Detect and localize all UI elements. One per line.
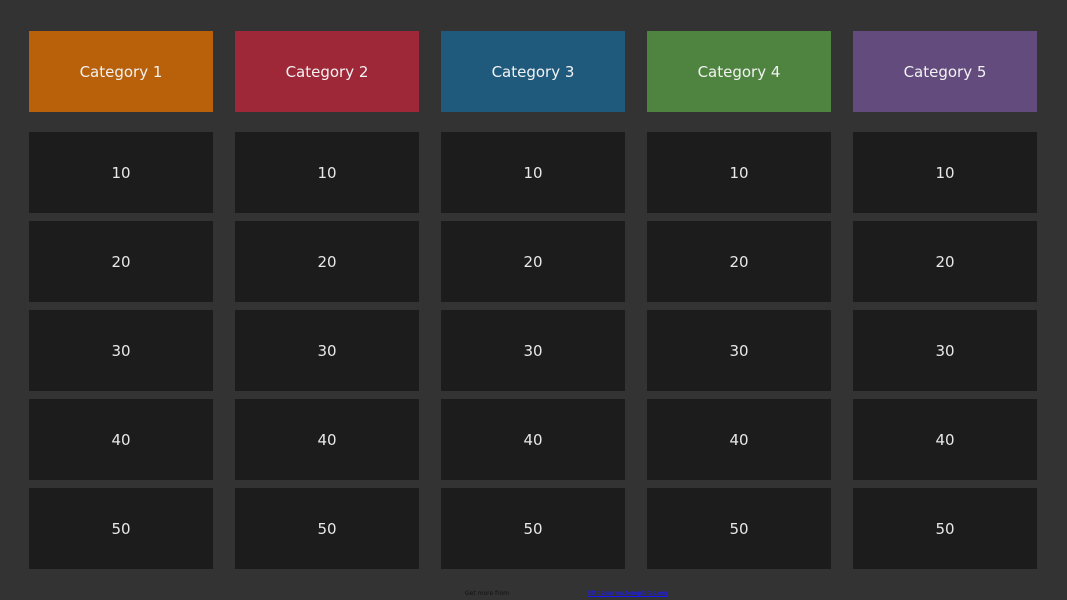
question-tile[interactable]: 10 xyxy=(853,132,1037,213)
question-tile[interactable]: 50 xyxy=(235,488,419,569)
footer-link[interactable]: https://www.templates.org xyxy=(588,590,668,597)
question-tile[interactable]: 10 xyxy=(647,132,831,213)
category-column: Category 2 10 20 30 40 50 xyxy=(235,31,419,577)
question-tile[interactable]: 50 xyxy=(647,488,831,569)
question-tile[interactable]: 10 xyxy=(441,132,625,213)
question-tile[interactable]: 40 xyxy=(29,399,213,480)
question-tile[interactable]: 50 xyxy=(29,488,213,569)
question-tile[interactable]: 10 xyxy=(29,132,213,213)
question-tile[interactable]: 20 xyxy=(441,221,625,302)
question-tile[interactable]: 30 xyxy=(647,310,831,391)
question-tile[interactable]: 40 xyxy=(647,399,831,480)
category-header: Category 1 xyxy=(29,31,213,112)
question-tile[interactable]: 30 xyxy=(853,310,1037,391)
question-tile[interactable]: 40 xyxy=(441,399,625,480)
question-tile[interactable]: 30 xyxy=(441,310,625,391)
question-tile[interactable]: 20 xyxy=(29,221,213,302)
question-tile[interactable]: 20 xyxy=(853,221,1037,302)
category-column: Category 5 10 20 30 40 50 xyxy=(853,31,1037,577)
category-header: Category 4 xyxy=(647,31,831,112)
category-header: Category 5 xyxy=(853,31,1037,112)
category-header: Category 3 xyxy=(441,31,625,112)
question-tile[interactable]: 20 xyxy=(235,221,419,302)
question-tile[interactable]: 10 xyxy=(235,132,419,213)
category-header: Category 2 xyxy=(235,31,419,112)
category-column: Category 3 10 20 30 40 50 xyxy=(441,31,625,577)
category-column: Category 1 10 20 30 40 50 xyxy=(29,31,213,577)
question-tile[interactable]: 50 xyxy=(441,488,625,569)
question-tile[interactable]: 30 xyxy=(29,310,213,391)
question-tile[interactable]: 40 xyxy=(853,399,1037,480)
category-column: Category 4 10 20 30 40 50 xyxy=(647,31,831,577)
footer: Get more from https://www.templates.org xyxy=(0,590,1067,600)
question-tile[interactable]: 20 xyxy=(647,221,831,302)
question-tile[interactable]: 40 xyxy=(235,399,419,480)
question-tile[interactable]: 30 xyxy=(235,310,419,391)
jeopardy-board: Category 1 10 20 30 40 50 Category 2 10 20 30 40 50… xyxy=(29,31,1037,577)
question-tile[interactable]: 50 xyxy=(853,488,1037,569)
footer-text: Get more from xyxy=(465,590,510,597)
